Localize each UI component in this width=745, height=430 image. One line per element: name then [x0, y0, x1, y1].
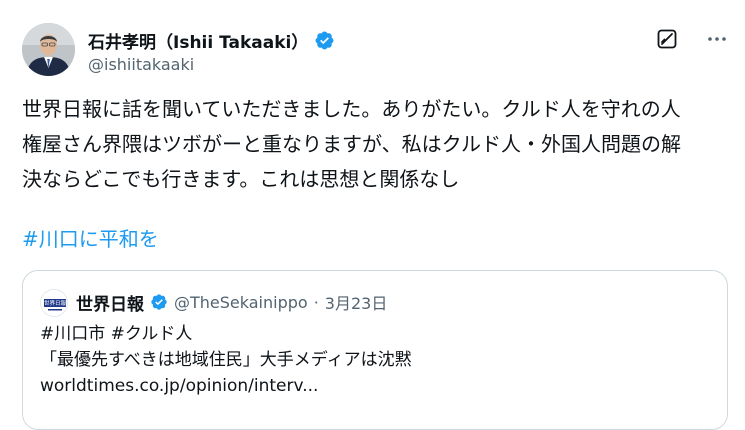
quoted-avatar[interactable]: 世界日報 — [40, 289, 68, 317]
quoted-date[interactable]: 3月23日 — [325, 290, 388, 314]
author-avatar[interactable] — [22, 23, 75, 76]
author-avatar-image — [22, 23, 75, 76]
grok-icon[interactable] — [655, 27, 679, 51]
quoted-separator: · — [313, 292, 319, 312]
tweet-line: 決ならどこでも行きます。これは思想と関係なし — [22, 167, 460, 191]
quoted-avatar-text: 世界日報 — [44, 299, 67, 307]
quoted-link[interactable]: worldtimes.co.jp/opinion/interv... — [40, 373, 710, 399]
author-handle[interactable]: @ishiitakaaki — [88, 55, 194, 74]
tweet: 石井孝明（Ishii Takaaki） @ishiitakaaki 世界日報に話… — [0, 0, 745, 430]
quoted-tweet-text: #川口市 #クルド人 「最優先すべきは地域住民」大手メディアは沈黙 worldt… — [40, 321, 710, 399]
author-name[interactable]: 石井孝明（Ishii Takaaki） — [88, 28, 308, 53]
more-icon[interactable] — [705, 27, 729, 51]
tweet-text: 世界日報に話を聞いていただきました。ありがたい。クルド人を守れの人 権屋さん界隈… — [22, 92, 737, 197]
quoted-line: #川口市 #クルド人 — [40, 324, 193, 344]
verified-badge-icon[interactable] — [314, 30, 335, 51]
hashtag-link[interactable]: #川口に平和を — [22, 222, 159, 257]
quoted-line: 「最優先すべきは地域住民」大手メディアは沈黙 — [40, 350, 412, 370]
author-name-row: 石井孝明（Ishii Takaaki） — [88, 28, 335, 53]
quoted-author-name[interactable]: 世界日報 — [76, 290, 144, 315]
tweet-line: 世界日報に話を聞いていただきました。ありがたい。クルド人を守れの人 — [22, 97, 681, 121]
quoted-avatar-logo: 世界日報 — [41, 290, 67, 316]
quoted-tweet-card[interactable]: 世界日報 世界日報 @TheSekainippo · 3月23日 #川口市 #ク… — [22, 270, 728, 430]
quoted-author-handle[interactable]: @TheSekainippo — [174, 293, 308, 312]
tweet-line: 権屋さん界隈はツボがーと重なりますが、私はクルド人・外国人問題の解 — [22, 132, 681, 156]
quoted-header: 世界日報 @TheSekainippo · 3月23日 — [76, 289, 387, 315]
quoted-verified-badge-icon — [151, 294, 167, 310]
